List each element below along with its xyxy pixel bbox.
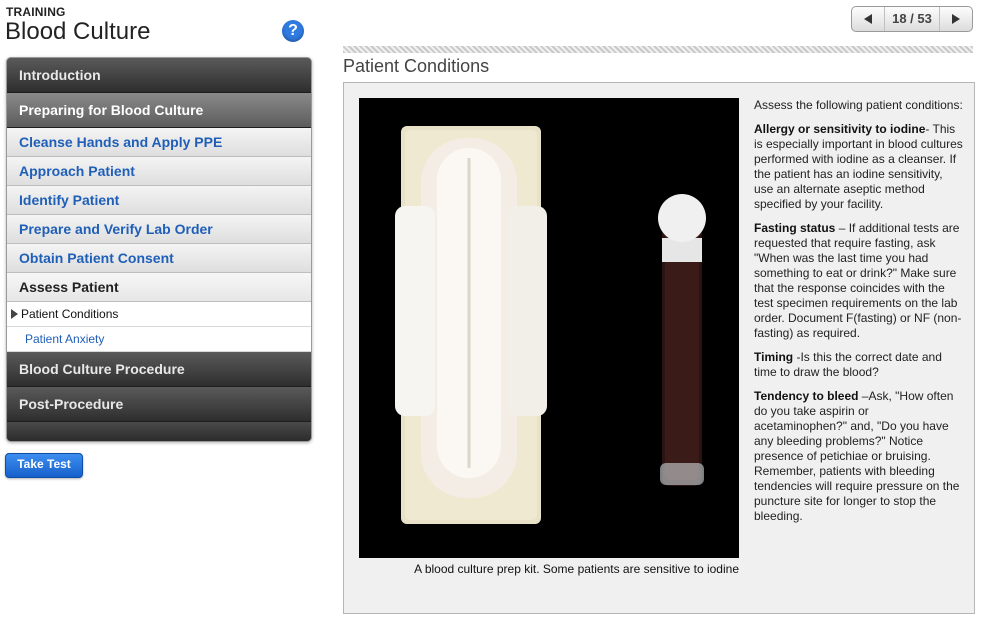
take-test-button[interactable]: Take Test [5,453,83,478]
nav-section-introduction[interactable]: Introduction [7,58,311,93]
page-count: 18 / 53 [884,7,940,31]
prep-kit-photo [359,98,739,558]
nav-item-prepare-lab-order[interactable]: Prepare and Verify Lab Order [7,215,311,244]
page-pager: 18 / 53 [851,6,973,32]
condition-timing: Timing -Is this the correct date and tim… [754,350,964,380]
condition-desc: – If additional tests are requested that… [754,221,962,340]
condition-term: Tendency to bleed [754,389,859,403]
nav-item-cleanse-hands[interactable]: Cleanse Hands and Apply PPE [7,128,311,157]
condition-desc: –Ask, "How often do you take aspirin or … [754,389,960,523]
content-panel: A blood culture prep kit. Some patients … [343,82,975,614]
nav-item-obtain-consent[interactable]: Obtain Patient Consent [7,244,311,273]
header-divider [343,46,973,53]
prep-kit-illustration [359,98,739,558]
intro-text: Assess the following patient conditions: [754,98,963,112]
page-title: Patient Conditions [343,56,490,76]
condition-term: Allergy or sensitivity to iodine [754,122,926,136]
help-icon[interactable]: ? [282,20,304,42]
condition-bleeding: Tendency to bleed –Ask, "How often do yo… [754,389,964,524]
course-navigation: Introduction Preparing for Blood Culture… [6,57,312,442]
course-title: Blood Culture [5,18,151,45]
nav-section-procedure[interactable]: Blood Culture Procedure [7,352,311,387]
nav-leaf-label: Patient Conditions [21,307,119,321]
nav-section-post-procedure[interactable]: Post-Procedure [7,387,311,422]
condition-allergy: Allergy or sensitivity to iodine- This i… [754,122,964,212]
condition-term: Timing [754,350,794,364]
arrow-left-icon [864,14,872,24]
nav-footer [7,422,311,441]
nav-leaf-patient-anxiety[interactable]: Patient Anxiety [7,327,311,352]
nav-leaf-patient-conditions[interactable]: Patient Conditions [7,302,311,327]
arrow-right-icon [952,14,960,24]
nav-item-approach-patient[interactable]: Approach Patient [7,157,311,186]
nav-section-preparing[interactable]: Preparing for Blood Culture [7,93,311,128]
nav-item-identify-patient[interactable]: Identify Patient [7,186,311,215]
condition-term: Fasting status [754,221,836,235]
nav-item-assess-patient[interactable]: Assess Patient [7,273,311,302]
header-eyebrow: TRAINING [6,5,66,19]
next-page-button[interactable] [940,7,972,31]
condition-fasting: Fasting status – If additional tests are… [754,221,964,341]
patient-conditions-text: Assess the following patient conditions:… [754,98,964,533]
current-page-marker-icon [11,309,18,319]
photo-caption: A blood culture prep kit. Some patients … [414,562,739,576]
previous-page-button[interactable] [852,7,884,31]
